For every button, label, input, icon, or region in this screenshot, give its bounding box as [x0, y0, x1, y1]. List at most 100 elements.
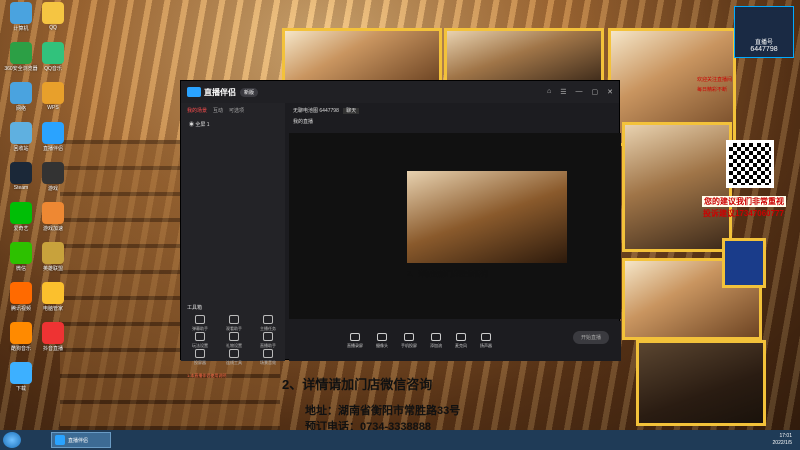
toolbar-label: 手机投屏: [401, 343, 417, 348]
taskbar: 直播伴侣 17:01 2022/1/5: [0, 430, 800, 450]
room-sub: 我的直播: [293, 119, 314, 125]
bottom-toolbar-button[interactable]: 手机投屏: [401, 333, 417, 349]
version-badge[interactable]: 新版: [240, 87, 259, 97]
bottom-toolbar-button[interactable]: 扬声器: [480, 333, 492, 349]
toolbox-title: 工具箱: [187, 305, 203, 311]
tool-icon: [195, 349, 205, 358]
desktop-icon-label: 电脑管家: [42, 306, 63, 312]
close-icon[interactable]: ✕: [607, 88, 613, 96]
room-tag[interactable]: 聊天: [343, 108, 360, 114]
bottom-toolbar-button[interactable]: 摄像头: [376, 333, 388, 349]
collage-photo: [282, 28, 442, 86]
tab-options[interactable]: 可选项: [229, 107, 244, 114]
tool-icon: [229, 349, 239, 358]
tool-button[interactable]: 主播任务: [253, 315, 283, 332]
bottom-toolbar-button[interactable]: 直播录屏: [347, 333, 363, 349]
desktop-icon[interactable]: 游戏加速: [36, 202, 70, 232]
toolbar-icon: [481, 333, 491, 341]
desktop-icon-label: 游戏: [47, 186, 58, 192]
desktop-icon-label: Steam: [13, 185, 29, 191]
desktop-icon[interactable]: QQ: [36, 2, 70, 31]
desktop-icon[interactable]: WPS: [36, 82, 70, 111]
bottom-toolbar-button[interactable]: 麦克风: [455, 333, 467, 349]
tab-interact[interactable]: 互动: [213, 107, 223, 114]
minimize-icon[interactable]: —: [576, 88, 583, 96]
tool-label: 投屏器: [194, 360, 206, 365]
usage-tip[interactable]: 1.本直播伴侣使用说明: [187, 373, 226, 379]
tool-button[interactable]: 玩法设置: [185, 332, 215, 349]
maximize-icon[interactable]: ▢: [592, 88, 599, 96]
toolbar-icon: [350, 333, 360, 341]
clock-time: 17:01: [779, 433, 792, 439]
tool-button[interactable]: 观看助手: [219, 315, 249, 332]
tool-icon: [195, 332, 205, 341]
tool-label: 连线工具: [226, 360, 242, 365]
desktop-icon[interactable]: 游戏: [36, 162, 70, 192]
desktop-icon[interactable]: 微信: [4, 242, 38, 272]
room-title-row: 无聊电池图 6447798 聊天: [293, 107, 617, 114]
app-icon: [10, 322, 32, 344]
brand-box: 直播号 6447798: [734, 6, 794, 58]
toolbar-icon: [377, 333, 387, 341]
desktop-icon-label: 爱奇艺: [13, 226, 29, 232]
clock-date: 2022/1/5: [772, 440, 792, 446]
stage-wallpaper: [407, 171, 567, 263]
desktop-icon-label: QQ: [49, 25, 57, 31]
consult-text: 2、详情请加门店微信咨询: [282, 377, 433, 392]
tool-icon: [229, 315, 239, 324]
desktop-icon[interactable]: 英雄联盟: [36, 242, 70, 272]
advice-line-2: 投诉建议17347060777: [703, 209, 784, 218]
toolbar-icon: [431, 333, 441, 341]
desktop-icon[interactable]: 回收站: [4, 122, 38, 152]
desktop-icon[interactable]: 抖音直播: [36, 322, 70, 352]
menu-icon[interactable]: ☰: [560, 88, 566, 96]
app-icon: [42, 202, 64, 224]
desktop-icon[interactable]: 计算机: [4, 2, 38, 32]
tool-button[interactable]: 连线工具: [219, 349, 249, 366]
tool-button[interactable]: 弹幕助手: [185, 315, 215, 332]
tab-scenes[interactable]: 我的场景: [187, 107, 207, 114]
desktop-icon-label: 微信: [15, 266, 26, 272]
start-button[interactable]: [3, 432, 21, 448]
desktop-icon-label: 英雄联盟: [42, 266, 63, 272]
collage-photo: [636, 340, 766, 426]
title-bar[interactable]: 直播伴侣 新版 ⌂ ☰ — ▢ ✕: [181, 81, 619, 103]
desktop-icon-label: 网络: [15, 106, 26, 112]
tool-button[interactable]: 直播助手: [253, 332, 283, 349]
desktop-icon[interactable]: 爱奇艺: [4, 202, 38, 232]
live-companion-window[interactable]: 直播伴侣 新版 ⌂ ☰ — ▢ ✕ 我的场景 互动 可选项 ◉ 全屏 1 工具箱…: [180, 80, 621, 378]
desktop-icon[interactable]: 腾讯视频: [4, 282, 38, 312]
system-tray-clock[interactable]: 17:01 2022/1/5: [773, 433, 792, 447]
desktop-icon-label: QQ音乐: [44, 66, 62, 72]
advice-line-1: 您的建议我们非常重视: [702, 196, 786, 207]
desktop-icon[interactable]: 网络: [4, 82, 38, 112]
preview-stage[interactable]: 2、详情请加门店微信咨询: [289, 133, 621, 319]
desktop-icon[interactable]: 电脑管家: [36, 282, 70, 312]
app-icon: [10, 242, 32, 264]
collage-photo: [444, 28, 604, 86]
start-live-button[interactable]: 开始直播: [572, 331, 609, 344]
tool-icon: [263, 332, 273, 341]
panel-tabs: 我的场景 互动 可选项: [181, 103, 285, 118]
desktop-icon[interactable]: 下载: [4, 362, 38, 392]
taskbar-app-label: 直播伴侣: [68, 437, 89, 444]
desktop-icon[interactable]: QQ音乐: [36, 42, 70, 72]
desktop-icon[interactable]: 360安全浏览器: [4, 42, 38, 72]
desktop-icon-label: 回收站: [13, 146, 29, 152]
desktop-icon[interactable]: 酷狗音乐: [4, 322, 38, 352]
app-icon: [42, 2, 64, 24]
desktop-icon[interactable]: Steam: [4, 162, 38, 191]
tool-button[interactable]: 投屏器: [185, 349, 215, 366]
desktop-icon-label: 下载: [15, 386, 26, 392]
app-logo-icon: [55, 435, 65, 445]
toolbar-label: 直播录屏: [347, 343, 363, 348]
desktop-icon[interactable]: 直播伴侣: [36, 122, 70, 152]
toolbar-label: 添加流: [430, 343, 442, 348]
scene-label: 全屏 1: [195, 122, 210, 128]
tool-button[interactable]: 礼物设置: [219, 332, 249, 349]
taskbar-app[interactable]: 直播伴侣: [51, 432, 111, 448]
bottom-toolbar-button[interactable]: 添加流: [430, 333, 442, 349]
tool-button[interactable]: 场景音效: [253, 349, 283, 366]
home-icon[interactable]: ⌂: [547, 88, 551, 96]
scene-item[interactable]: ◉ 全屏 1: [181, 118, 285, 131]
